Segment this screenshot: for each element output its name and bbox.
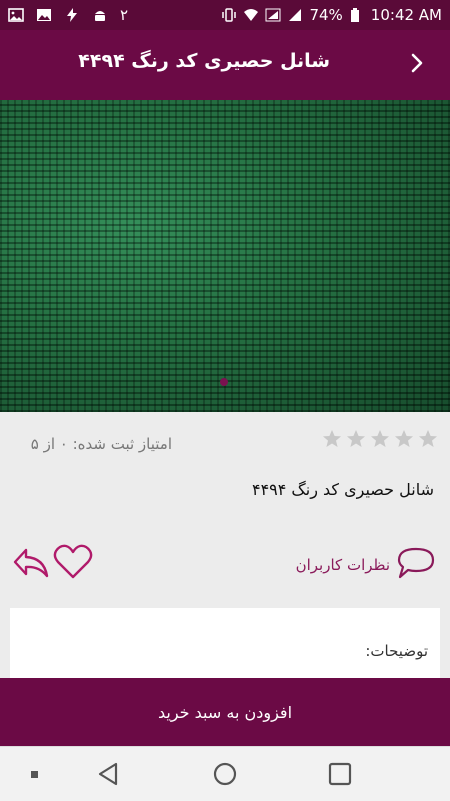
recent-dot-button[interactable] [22, 761, 48, 787]
triangle-back-icon [96, 762, 122, 791]
product-image[interactable] [0, 100, 450, 412]
page-title: شانل حصیری کد رنگ ۴۴۹۴ [78, 50, 330, 72]
star-icon[interactable] [418, 429, 438, 449]
android-icon [92, 7, 108, 23]
add-to-cart-button[interactable]: افزودن به سبد خرید [0, 678, 450, 746]
back-nav-button[interactable] [96, 761, 122, 787]
rating-stars[interactable] [322, 429, 438, 449]
app-bar: شانل حصیری کد رنگ ۴۴۹۴ [0, 30, 450, 100]
status-bar: ۲ 74% 10:42 AM [0, 0, 450, 30]
favorite-button[interactable] [52, 542, 94, 582]
small-square-icon [22, 771, 48, 791]
battery-percent: 74% [309, 6, 343, 24]
vibrate-icon [221, 7, 237, 23]
signal-icon-2 [287, 7, 303, 23]
star-icon[interactable] [394, 429, 414, 449]
chevron-right-icon [409, 53, 425, 77]
circle-home-icon [212, 762, 238, 791]
square-recents-icon [327, 762, 353, 791]
star-icon[interactable] [370, 429, 390, 449]
battery-icon [349, 7, 365, 23]
back-button[interactable] [404, 52, 430, 78]
recents-nav-button[interactable] [327, 761, 353, 787]
comments-label: نظرات کاربران [295, 556, 390, 574]
actions-row: نظرات کاربران [0, 540, 450, 590]
image-icon [8, 7, 24, 23]
image-pager-dot[interactable] [220, 378, 228, 386]
system-nav-bar [0, 746, 450, 801]
share-button[interactable] [12, 542, 50, 582]
heart-icon [52, 544, 94, 586]
photo-icon [36, 7, 52, 23]
status-left: ۲ [8, 6, 128, 24]
home-nav-button[interactable] [212, 761, 238, 787]
share-icon [12, 548, 50, 586]
star-icon[interactable] [322, 429, 342, 449]
rating-row: امتیاز ثبت شده: ۰ از ۵ [0, 425, 450, 465]
flash-icon [64, 7, 80, 23]
description-label: توضیحات: [365, 642, 428, 660]
rating-text: امتیاز ثبت شده: ۰ از ۵ [30, 435, 172, 453]
product-name: شانل حصیری کد رنگ ۴۴۹۴ [251, 480, 434, 499]
comments-button[interactable]: نظرات کاربران [296, 546, 436, 584]
star-icon[interactable] [346, 429, 366, 449]
notification-count: ۲ [120, 6, 129, 24]
wifi-icon [243, 7, 259, 23]
status-time: 10:42 AM [370, 6, 442, 24]
status-right: 74% 10:42 AM [221, 6, 442, 24]
signal-icon [265, 7, 281, 23]
comment-icon [396, 546, 436, 584]
